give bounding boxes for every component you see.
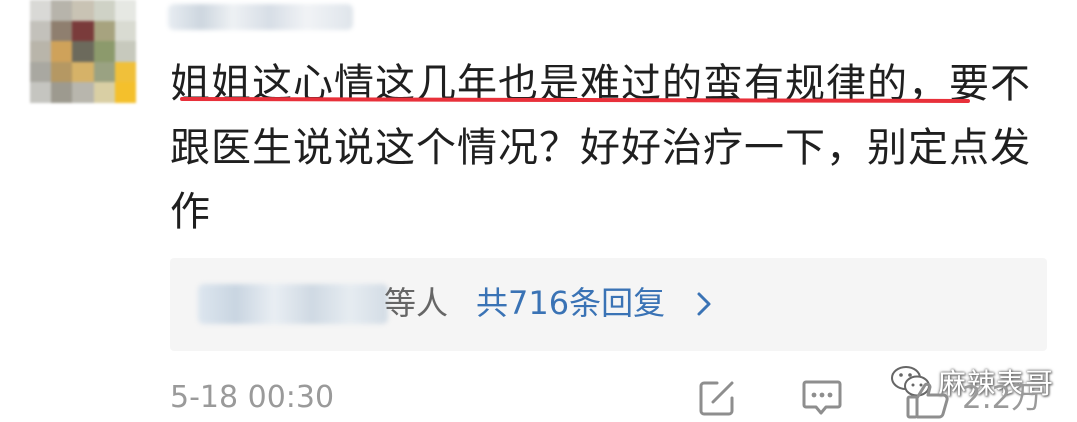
like-count: 2.2万 bbox=[962, 380, 1043, 416]
thumbs-up-icon[interactable] bbox=[905, 380, 951, 420]
comment-timestamp: 5-18 00:30 bbox=[170, 380, 335, 415]
username[interactable] bbox=[168, 4, 353, 30]
avatar[interactable] bbox=[30, 0, 136, 103]
comment-icon[interactable] bbox=[801, 378, 843, 418]
edit-share-icon[interactable] bbox=[697, 378, 737, 418]
reply-suffix: 等人 bbox=[384, 284, 449, 322]
chevron-right-icon[interactable] bbox=[695, 291, 713, 317]
reply-usernames bbox=[198, 284, 388, 324]
view-replies-link[interactable]: 共716条回复 bbox=[476, 280, 665, 326]
reply-summary-box[interactable]: 等人 共716条回复 bbox=[170, 258, 1047, 351]
comment-text: 姐姐这心情这几年也是难过的蛮有规律的，要不跟医生说说这个情况？好好治疗一下，别定… bbox=[170, 61, 1031, 235]
